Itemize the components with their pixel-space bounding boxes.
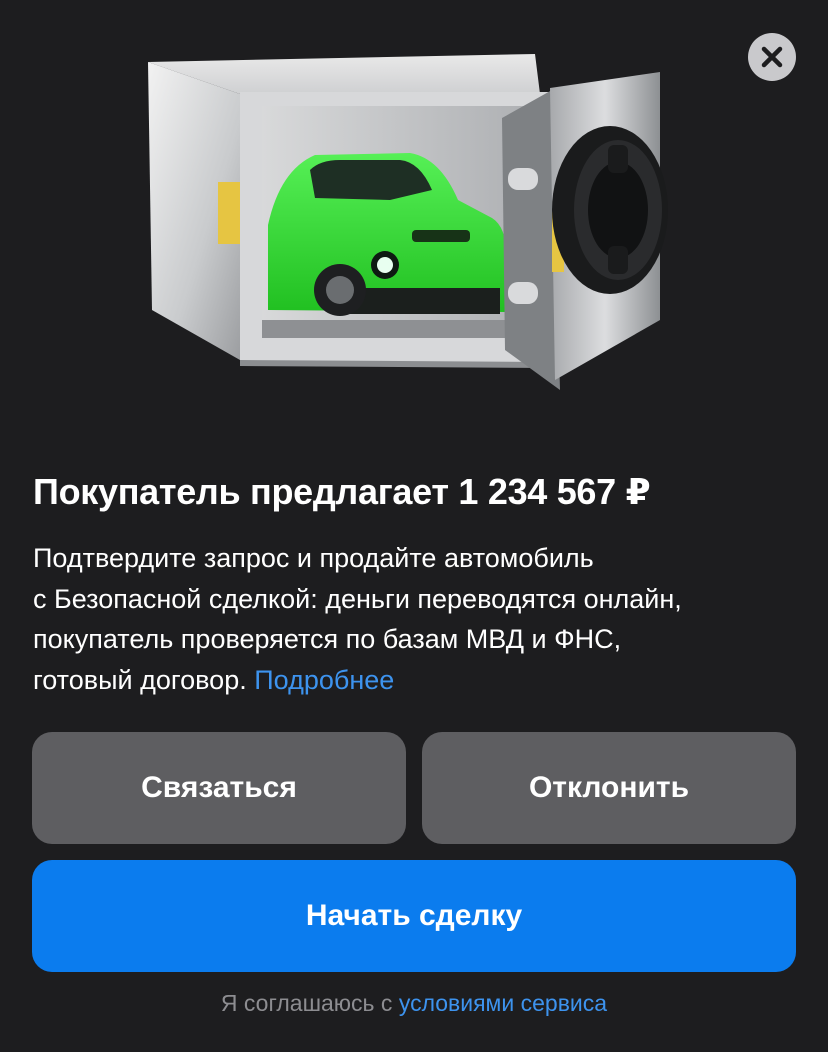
close-icon <box>761 46 783 68</box>
more-link[interactable]: Подробнее <box>254 665 394 695</box>
description-line: Подтвердите запрос и продайте автомобиль <box>33 543 594 573</box>
description-line: с Безопасной сделкой: деньги переводятся… <box>33 583 682 614</box>
terms-link[interactable]: условиями сервиса <box>399 990 607 1016</box>
offer-title: Покупатель предлагает 1 234 567 ₽ <box>33 471 651 512</box>
offer-description: Подтвердите запрос и продайте автомобиль… <box>33 538 803 700</box>
description-line-text: готовый договор. <box>33 664 247 695</box>
terms-footer: Я соглашаюсь с условиями сервиса <box>0 986 828 1020</box>
close-button[interactable] <box>748 33 796 81</box>
safe-dial <box>552 126 668 294</box>
decline-button[interactable]: Отклонить <box>422 732 796 844</box>
description-line-last: готовый договор. Подробнее <box>33 660 803 701</box>
terms-prefix: Я соглашаюсь с <box>220 990 393 1016</box>
safe-car-illustration <box>148 54 668 390</box>
start-deal-button[interactable]: Начать сделку <box>32 860 796 972</box>
description-line: покупатель проверяется по базам МВД и ФН… <box>33 624 622 654</box>
contact-button[interactable]: Связаться <box>32 732 406 844</box>
